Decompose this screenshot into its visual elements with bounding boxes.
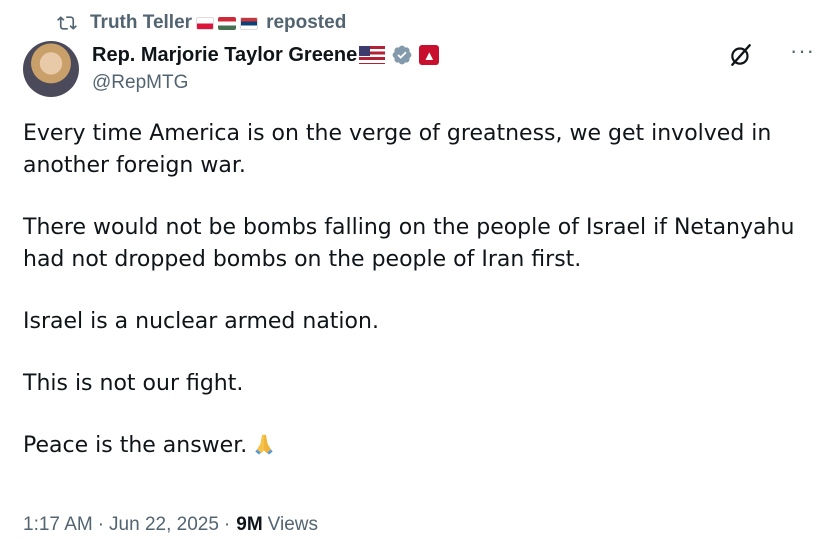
meta-separator: · (97, 514, 105, 535)
repost-indicator[interactable]: Truth Teller reposted (56, 10, 346, 36)
us-flag (359, 46, 386, 64)
post-paragraph-last: Peace is the answer. (23, 430, 813, 462)
post-paragraph: This is not our fight. (23, 371, 244, 396)
more-options-icon[interactable]: ··· (790, 40, 815, 62)
serbia-flag (240, 16, 259, 30)
grok-icon[interactable] (728, 42, 754, 68)
post-date[interactable]: Jun 22, 2025 (109, 514, 219, 536)
hungary-flag (218, 16, 237, 30)
meta-separator: · (223, 514, 231, 535)
post-paragraph: There would not be bombs falling on the … (23, 215, 795, 272)
government-badge-icon[interactable]: ▲ (419, 45, 440, 65)
author-name[interactable]: Rep. Marjorie Taylor Greene (92, 44, 357, 67)
post-paragraph: Israel is a nuclear armed nation. (23, 309, 379, 334)
post-time[interactable]: 1:17 AM (23, 514, 93, 536)
avatar[interactable] (23, 41, 79, 97)
views-label: Views (267, 514, 318, 535)
author-handle[interactable]: @RepMTG (92, 72, 188, 94)
folded-hands-icon (255, 434, 273, 455)
views-count[interactable]: 9M (236, 514, 262, 536)
verified-badge-icon[interactable] (391, 44, 413, 66)
reposter-name[interactable]: Truth Teller (90, 12, 192, 34)
author-name-row[interactable]: Rep. Marjorie Taylor Greene ▲ (92, 41, 440, 69)
post-paragraph: Every time America is on the verge of gr… (23, 121, 772, 178)
repost-icon (57, 16, 77, 30)
post-text: Every time America is on the verge of gr… (23, 118, 813, 492)
poland-flag (196, 16, 215, 30)
post-paragraph: Peace is the answer. (23, 433, 248, 458)
repost-label: reposted (266, 12, 347, 33)
post-metadata: 1:17 AM · Jun 22, 2025 · 9M Views (23, 514, 318, 536)
